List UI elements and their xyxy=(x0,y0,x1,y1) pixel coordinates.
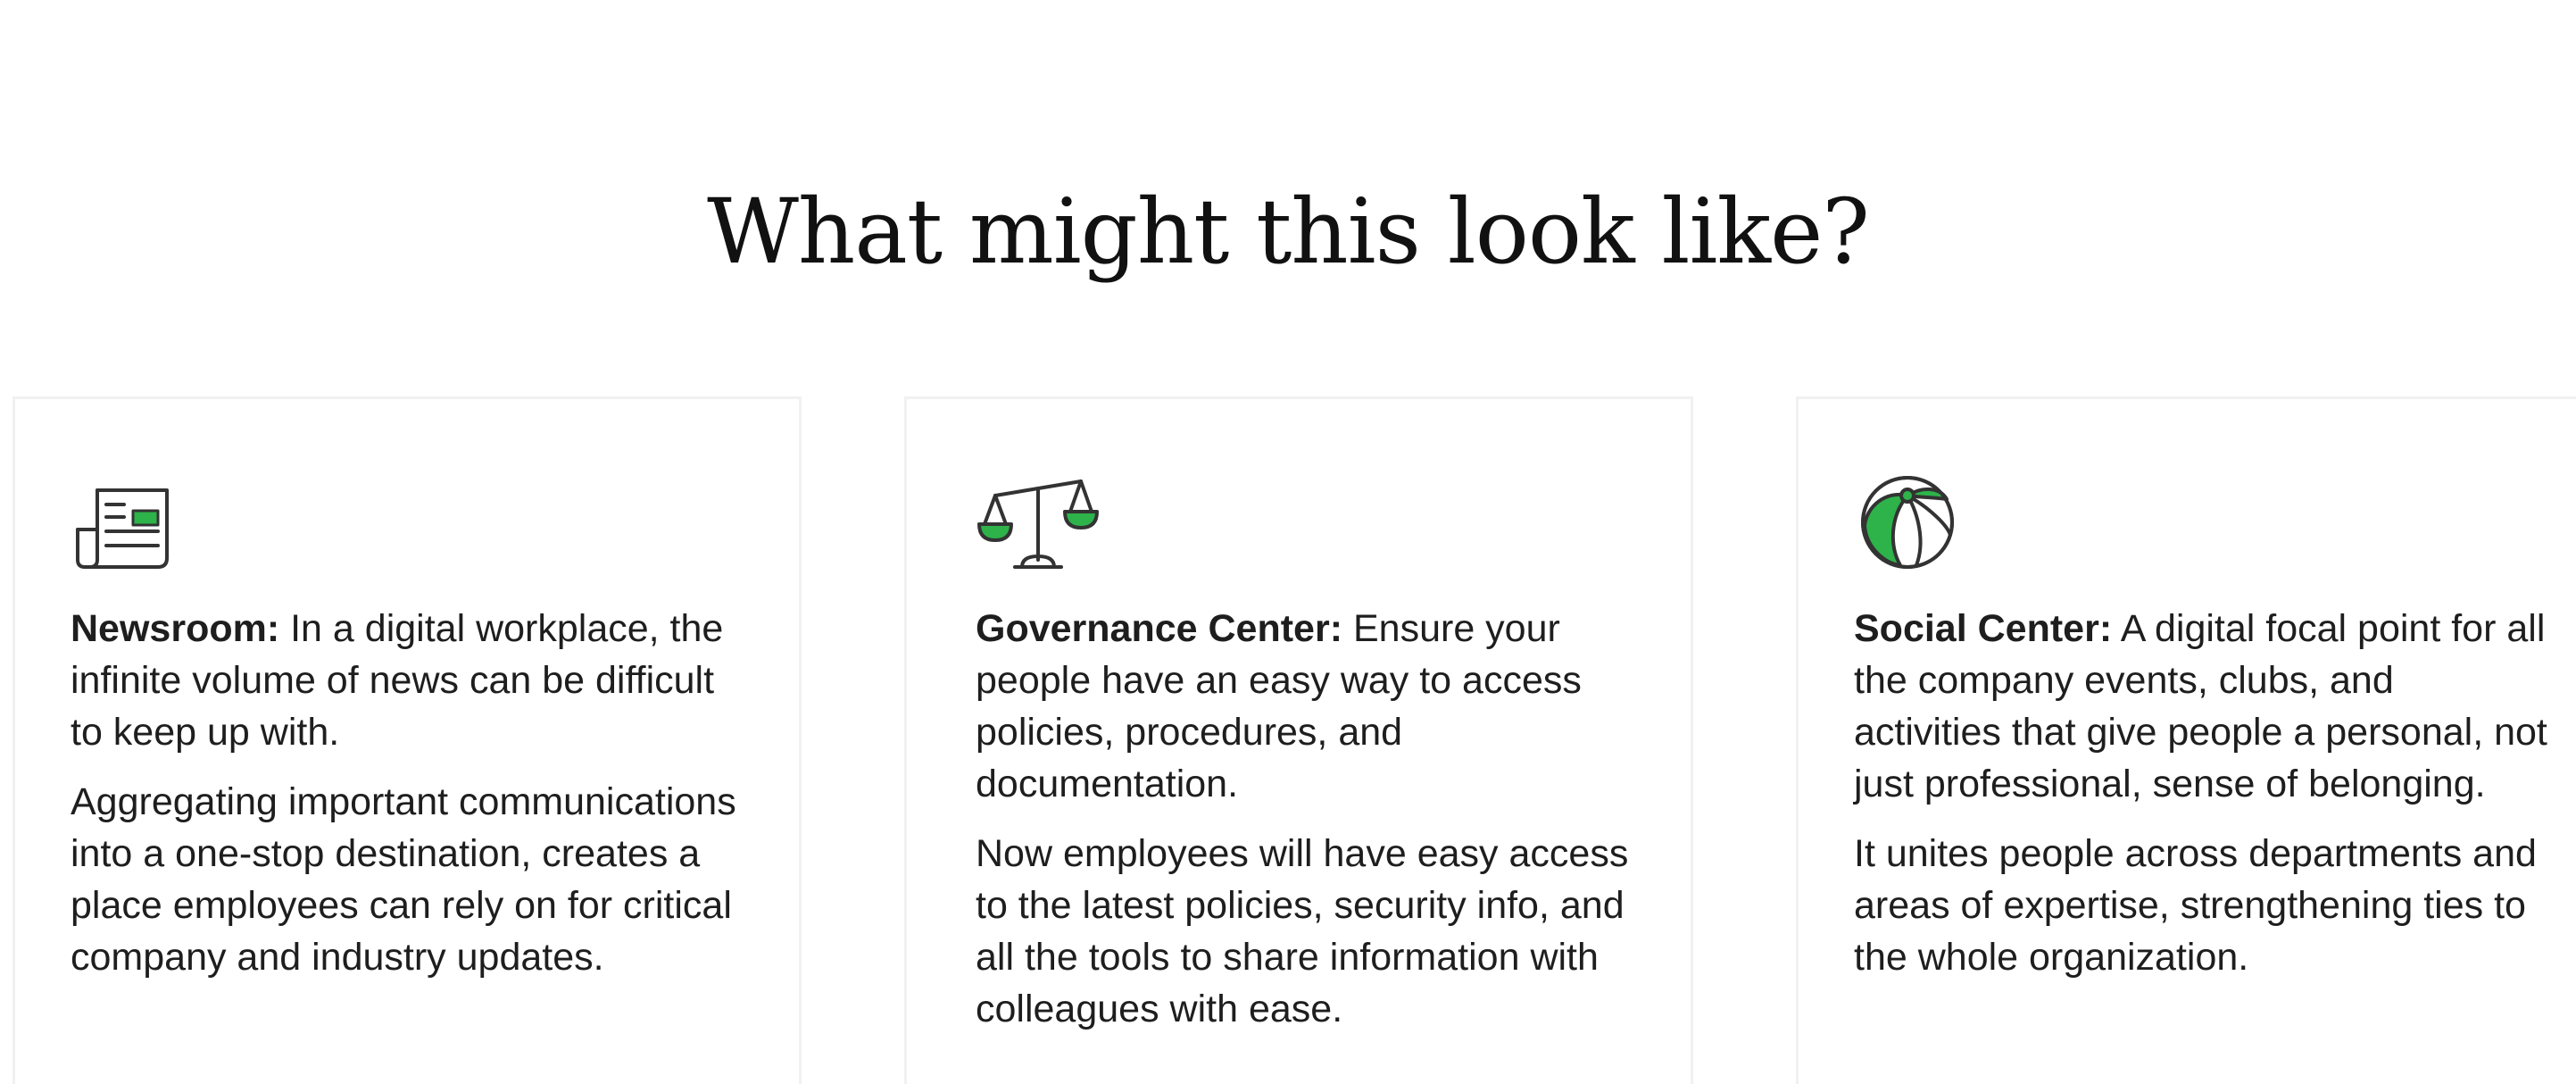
governance-center-heading: Governance Center: xyxy=(976,607,1343,650)
governance-center-description: Governance Center: Ensure your people ha… xyxy=(976,603,1654,1053)
newsroom-body-text: Aggregating important communications int… xyxy=(71,780,736,979)
social-center-description: Social Center: A digital focal point for… xyxy=(1854,603,2550,1001)
beach-ball-icon xyxy=(1854,471,1961,578)
social-center-intro: Social Center: A digital focal point for… xyxy=(1854,603,2550,810)
governance-center-card: Governance Center: Ensure your people ha… xyxy=(904,396,1693,1084)
newsroom-heading: Newsroom: xyxy=(71,607,280,650)
social-center-card: Social Center: A digital focal point for… xyxy=(1796,396,2576,1084)
social-center-heading: Social Center: xyxy=(1854,607,2113,650)
newsroom-intro: Newsroom: In a digital workplace, the in… xyxy=(71,603,749,758)
governance-center-intro: Governance Center: Ensure your people ha… xyxy=(976,603,1654,810)
scales-icon xyxy=(976,471,1099,578)
page-title: What might this look like? xyxy=(707,179,1870,284)
social-center-body-text: It unites people across departments and … xyxy=(1854,832,2537,979)
newsroom-card: Newsroom: In a digital workplace, the in… xyxy=(12,396,802,1084)
governance-center-body-text: Now employees will have easy access to t… xyxy=(976,832,1629,1030)
newsroom-description: Newsroom: In a digital workplace, the in… xyxy=(71,603,749,1001)
newspaper-icon xyxy=(71,471,178,578)
